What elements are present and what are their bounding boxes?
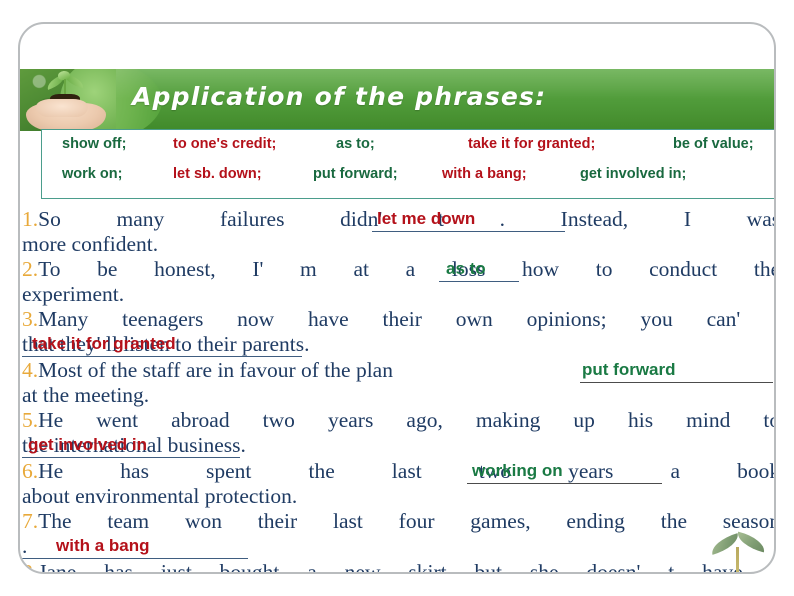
exercise-text: He went abroad two years ago, making up … bbox=[38, 408, 776, 432]
exercise-text: at the meeting. bbox=[22, 383, 150, 407]
exercise-text: Jane has just bought a new skirt but she… bbox=[38, 560, 776, 574]
exercise-text: experiment. bbox=[22, 282, 125, 306]
page-title: Application of the phrases: bbox=[132, 82, 547, 111]
exercise-item: 2.To be honest, I' m at a loss how to co… bbox=[22, 257, 776, 282]
exercise-number: 2. bbox=[22, 257, 39, 281]
phrase-item: get involved in; bbox=[580, 166, 687, 182]
answer-blank: working on bbox=[472, 461, 563, 480]
answer-rule bbox=[372, 231, 565, 232]
answer-rule bbox=[22, 356, 302, 357]
phrase-item: with a bang; bbox=[442, 166, 527, 182]
answer-blank: with a bang bbox=[56, 536, 150, 555]
exercise-text: The team won their last four games, endi… bbox=[38, 509, 776, 533]
exercise-text: . bbox=[22, 534, 28, 558]
phrase-row-2: work on; let sb. down; put forward; with… bbox=[42, 166, 774, 194]
answer-blank: as to bbox=[446, 259, 486, 278]
phrase-item: take it for granted; bbox=[468, 136, 596, 152]
exercise-text: Many teenagers now have their own opinio… bbox=[38, 307, 776, 331]
phrase-item: show off; bbox=[62, 136, 127, 152]
exercise-text: about environmental protection. bbox=[22, 484, 298, 508]
slide-frame: Application of the phrases: show off; to… bbox=[18, 22, 776, 574]
answer-blank: take it for granted bbox=[32, 334, 176, 353]
exercise-item: 3.Many teenagers now have their own opin… bbox=[22, 307, 776, 332]
exercise-text: He has spent the last two years a book bbox=[38, 459, 776, 483]
exercise-number: 4. bbox=[22, 358, 39, 382]
exercise-item: 5.He went abroad two years ago, making u… bbox=[22, 408, 776, 433]
exercise-text: more confident. bbox=[22, 232, 159, 256]
exercise-item: 4.Most of the staff are in favour of the… bbox=[22, 358, 393, 383]
phrase-item: work on; bbox=[62, 166, 123, 182]
phrase-item: put forward; bbox=[313, 166, 398, 182]
phrase-item: let sb. down; bbox=[173, 166, 262, 182]
exercise-number: 1. bbox=[22, 207, 39, 231]
exercise-list: 1.So many failures didn' t . Instead, I … bbox=[20, 207, 776, 574]
exercise-number: 7. bbox=[22, 509, 39, 533]
exercise-text: Most of the staff are in favour of the p… bbox=[38, 358, 393, 382]
sprout-leaf-right bbox=[734, 531, 768, 553]
exercise-number: 8. bbox=[22, 560, 39, 574]
hand-holding-seedling-icon bbox=[20, 69, 116, 131]
answer-blank: let me down bbox=[377, 209, 476, 228]
exercise-number: 3. bbox=[22, 307, 39, 331]
slide-canvas: Application of the phrases: show off; to… bbox=[0, 0, 794, 596]
exercise-item: 6.He has spent the last two years a book bbox=[22, 459, 776, 484]
exercise-item: 8.Jane has just bought a new skirt but s… bbox=[22, 560, 776, 574]
title-banner: Application of the phrases: bbox=[20, 69, 774, 131]
exercise-number: 6. bbox=[22, 459, 39, 483]
answer-blank: get involved in bbox=[28, 435, 148, 454]
answer-rule bbox=[580, 382, 773, 383]
sprout-stem bbox=[736, 547, 739, 572]
phrase-item: be of value; bbox=[673, 136, 754, 152]
logo-hand-fingers bbox=[36, 99, 88, 117]
phrase-row-1: show off; to one's credit; as to; take i… bbox=[42, 136, 774, 164]
answer-rule bbox=[439, 281, 519, 282]
answer-rule bbox=[22, 558, 248, 559]
phrase-item: to one's credit; bbox=[173, 136, 277, 152]
answer-blank: put forward bbox=[582, 360, 676, 379]
exercise-item: 7.The team won their last four games, en… bbox=[22, 509, 776, 534]
phrase-item: as to; bbox=[336, 136, 375, 152]
sprout-icon bbox=[708, 529, 772, 572]
phrase-bank-box: show off; to one's credit; as to; take i… bbox=[41, 129, 774, 199]
exercise-number: 5. bbox=[22, 408, 39, 432]
answer-rule bbox=[22, 457, 240, 458]
exercise-text: To be honest, I' m at a loss how to cond… bbox=[38, 257, 776, 281]
answer-rule bbox=[467, 483, 662, 484]
